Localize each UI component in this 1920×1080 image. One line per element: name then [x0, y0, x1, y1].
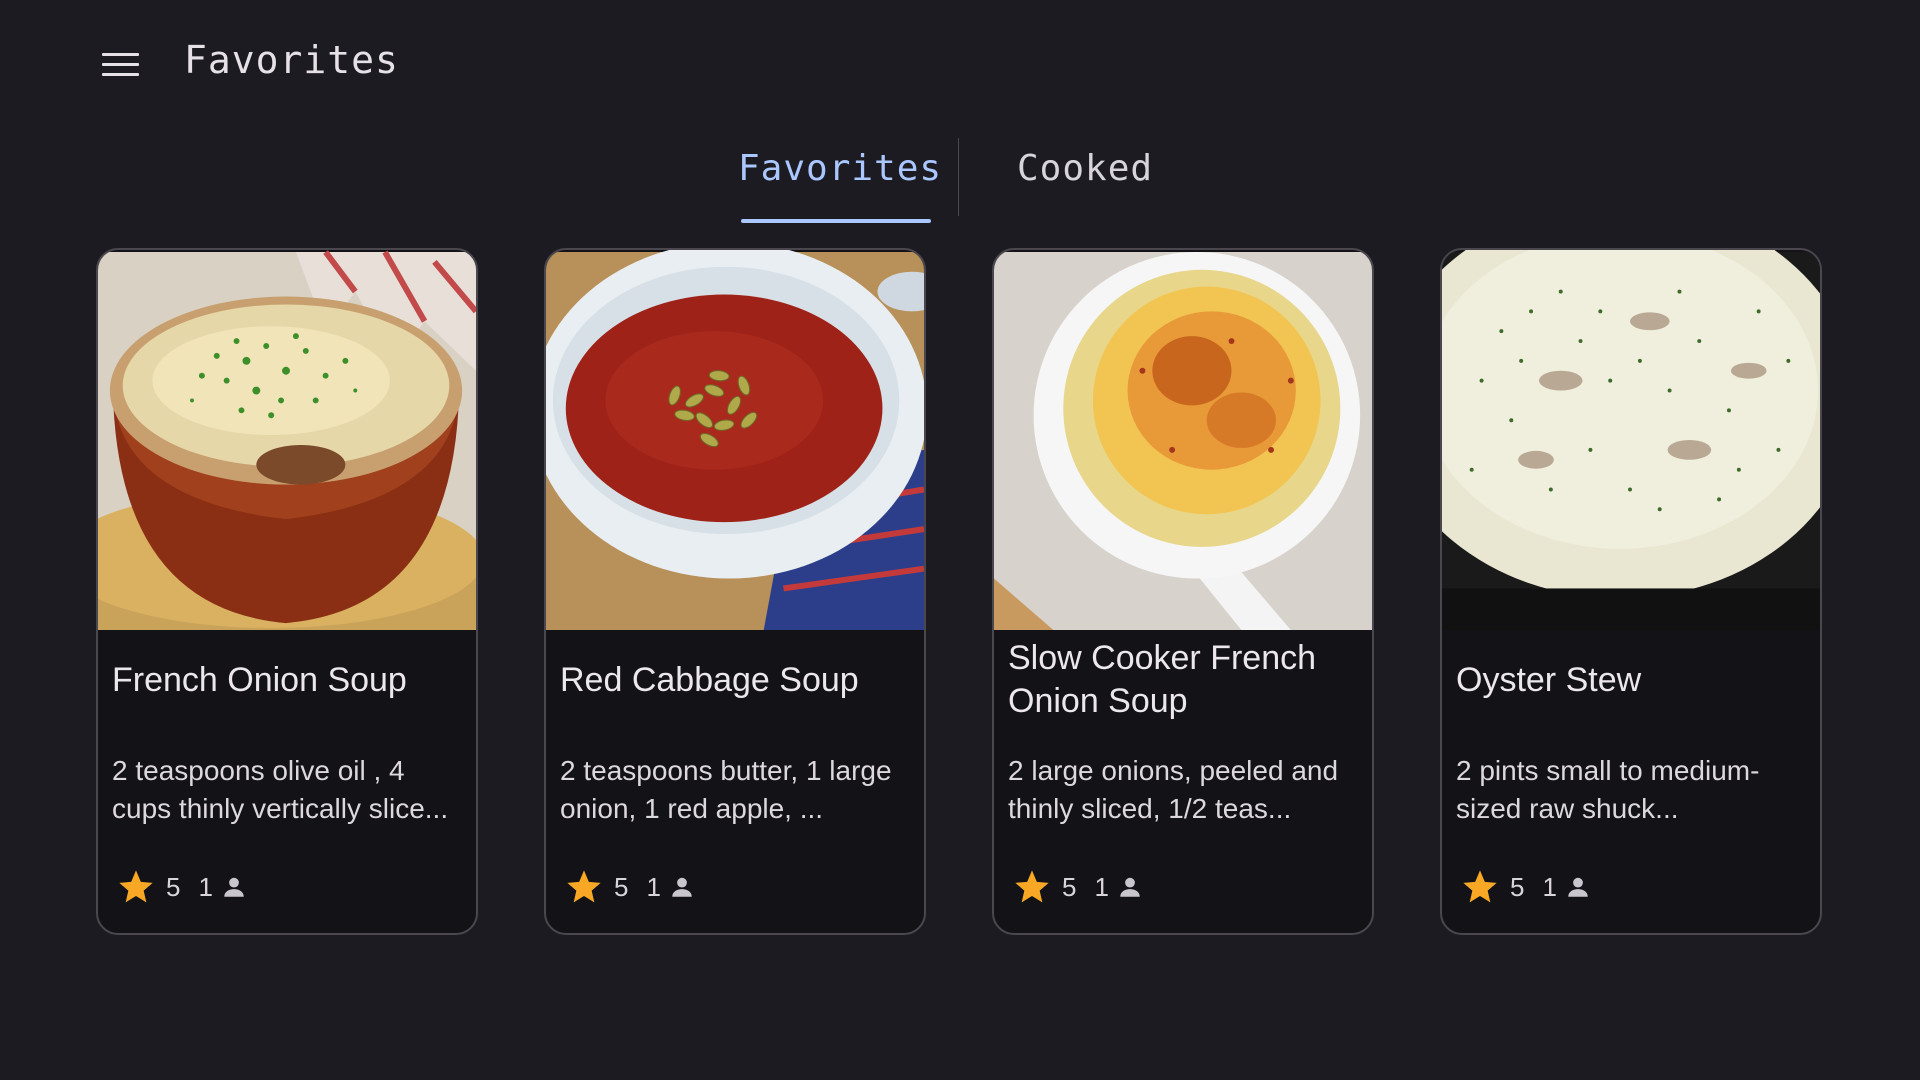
- star-icon: [1015, 870, 1049, 903]
- recipe-title: French Onion Soup: [112, 660, 407, 699]
- star-icon: [567, 870, 601, 903]
- recipe-title: Red Cabbage Soup: [560, 660, 859, 699]
- card-body: Slow Cooker French Onion Soup 2 large on…: [994, 632, 1372, 933]
- rating-value: 5: [166, 871, 181, 902]
- person-icon: [224, 877, 244, 897]
- red-cabbage-soup-photo: [546, 250, 924, 630]
- recipe-card[interactable]: Slow Cooker French Onion Soup 2 large on…: [992, 248, 1374, 935]
- recipe-description: 2 pints small to medium-sized raw shuck.…: [1456, 755, 1760, 824]
- person-icon: [1120, 877, 1140, 897]
- slow-cooker-french-onion-soup-photo: [994, 252, 1372, 630]
- recipe-card[interactable]: Oyster Stew 2 pints small to medium-size…: [1440, 248, 1822, 935]
- recipe-meta: 5 1: [116, 864, 247, 910]
- top-app-bar: Favorites: [0, 0, 1920, 128]
- recipe-description: 2 large onions, peeled and thinly sliced…: [1008, 755, 1339, 824]
- star-icon: [1463, 870, 1497, 903]
- tab-divider: [958, 138, 959, 216]
- hamburger-menu-icon[interactable]: [92, 40, 148, 88]
- cooks-count: 1: [1542, 871, 1557, 902]
- tab-bar: Favorites Cooked: [0, 136, 1920, 226]
- cooks-count: 1: [646, 871, 661, 902]
- page-title: Favorites: [184, 38, 399, 82]
- person-icon: [672, 877, 692, 897]
- recipe-meta: 5 1: [1460, 864, 1591, 910]
- rating-value: 5: [1062, 871, 1077, 902]
- rating-value: 5: [614, 871, 629, 902]
- card-body: Red Cabbage Soup 2 teaspoons butter, 1 l…: [546, 632, 924, 933]
- recipe-description: 2 teaspoons olive oil , 4 cups thinly ve…: [112, 755, 449, 824]
- oyster-stew-photo: [1442, 250, 1820, 630]
- star-icon: [119, 870, 153, 903]
- card-body: Oyster Stew 2 pints small to medium-size…: [1442, 632, 1820, 933]
- cooks-count: 1: [1094, 871, 1109, 902]
- cooks-count: 1: [198, 871, 213, 902]
- recipe-card[interactable]: Red Cabbage Soup 2 teaspoons butter, 1 l…: [544, 248, 926, 935]
- recipe-title: Oyster Stew: [1456, 660, 1642, 699]
- tab-cooked[interactable]: Cooked: [1017, 148, 1153, 220]
- french-onion-soup-photo: [98, 250, 476, 630]
- recipe-grid: French Onion Soup 2 teaspoons olive oil …: [0, 248, 1920, 938]
- recipe-title: Slow Cooker French Onion Soup: [1008, 639, 1317, 720]
- recipe-card[interactable]: French Onion Soup 2 teaspoons olive oil …: [96, 248, 478, 935]
- recipe-meta: 5 1: [564, 864, 695, 910]
- rating-value: 5: [1510, 871, 1525, 902]
- person-icon: [1568, 877, 1588, 897]
- tab-favorites[interactable]: Favorites: [738, 148, 942, 220]
- active-tab-indicator: [741, 219, 931, 223]
- recipe-meta: 5 1: [1012, 864, 1143, 910]
- card-body: French Onion Soup 2 teaspoons olive oil …: [98, 632, 476, 933]
- recipe-description: 2 teaspoons butter, 1 large onion, 1 red…: [560, 755, 892, 824]
